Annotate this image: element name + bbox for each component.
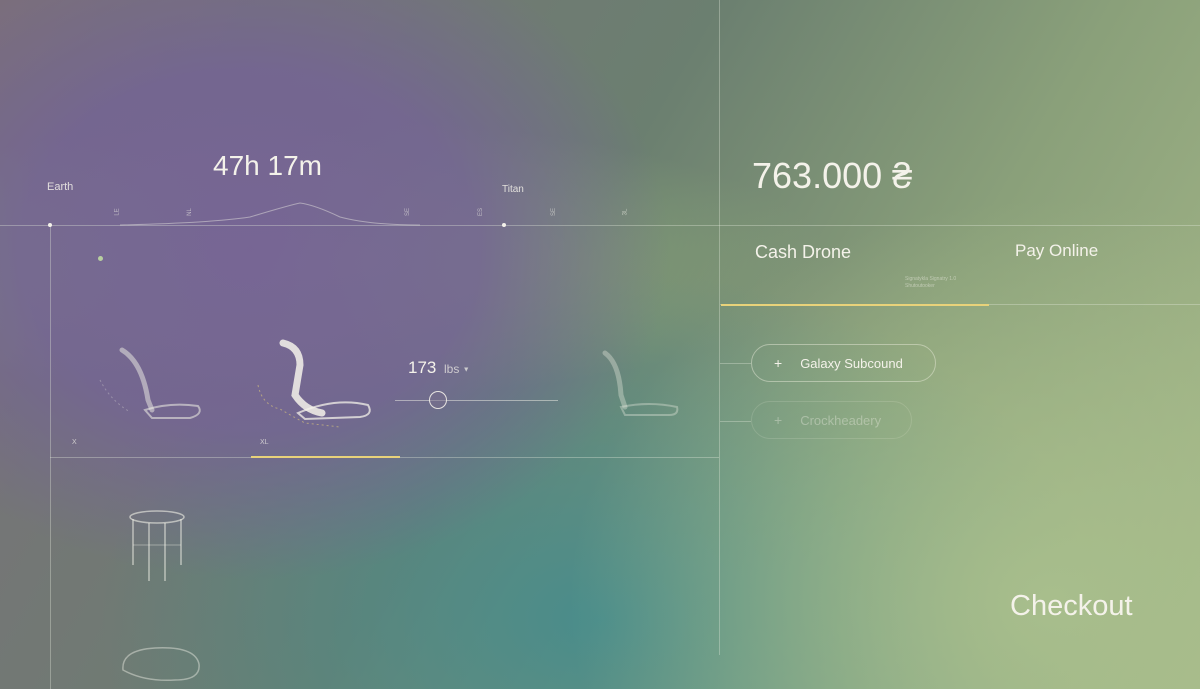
weight-unit: lbs — [444, 362, 460, 376]
caret-down-icon: ▼ — [462, 366, 470, 374]
weight-unit-select[interactable]: lbs ▼ — [444, 362, 470, 376]
destination-label: Titan — [502, 184, 524, 195]
selected-size-indicator — [251, 456, 400, 458]
trip-duration: 47h 17m — [213, 150, 322, 181]
route-tick: LE — [114, 208, 121, 216]
size-label-x: X — [72, 439, 77, 446]
plus-icon: + — [774, 355, 783, 371]
weight-value: 173 — [408, 358, 437, 377]
seat-option-xxl[interactable] — [585, 345, 685, 425]
option-connector — [720, 363, 751, 364]
payment-fine-print: Signatykla Signatry 1.0 Shutoutooker — [905, 276, 957, 289]
option-connector — [720, 421, 751, 422]
price-amount: 763.000 ₴ — [752, 155, 913, 196]
route-tick: 3L — [622, 208, 629, 216]
option-label: Crockheadery — [800, 412, 882, 428]
active-tab-indicator — [721, 304, 989, 306]
stool-option[interactable] — [125, 505, 190, 585]
route-tick: SE — [551, 207, 558, 217]
option-label: Galaxy Subcound — [800, 355, 903, 371]
pod-chair-option[interactable] — [115, 640, 205, 689]
main-vertical-divider — [719, 0, 720, 655]
origin-label: Earth — [47, 181, 74, 193]
checkout-button[interactable]: Checkout — [1010, 590, 1133, 623]
tab-pay-online[interactable]: Pay Online — [1015, 241, 1098, 261]
route-tick: SE — [405, 207, 412, 217]
ship-marker — [98, 256, 103, 261]
plus-icon: + — [774, 412, 783, 428]
route-tick: ES — [478, 207, 485, 217]
option-crockheadery[interactable]: + Crockheadery — [751, 401, 912, 439]
route-tick: NL — [186, 208, 193, 216]
route-profile-curve — [119, 202, 421, 226]
size-label-xl: XL — [260, 439, 269, 446]
option-galaxy-subcound[interactable]: + Galaxy Subcound — [751, 344, 936, 382]
seat-option-xl[interactable] — [250, 335, 380, 435]
tab-cash-drone[interactable]: Cash Drone — [755, 242, 851, 263]
seat-option-x[interactable] — [90, 340, 210, 430]
weight-slider-track[interactable] — [395, 400, 558, 401]
weight-slider-handle[interactable] — [429, 391, 447, 409]
